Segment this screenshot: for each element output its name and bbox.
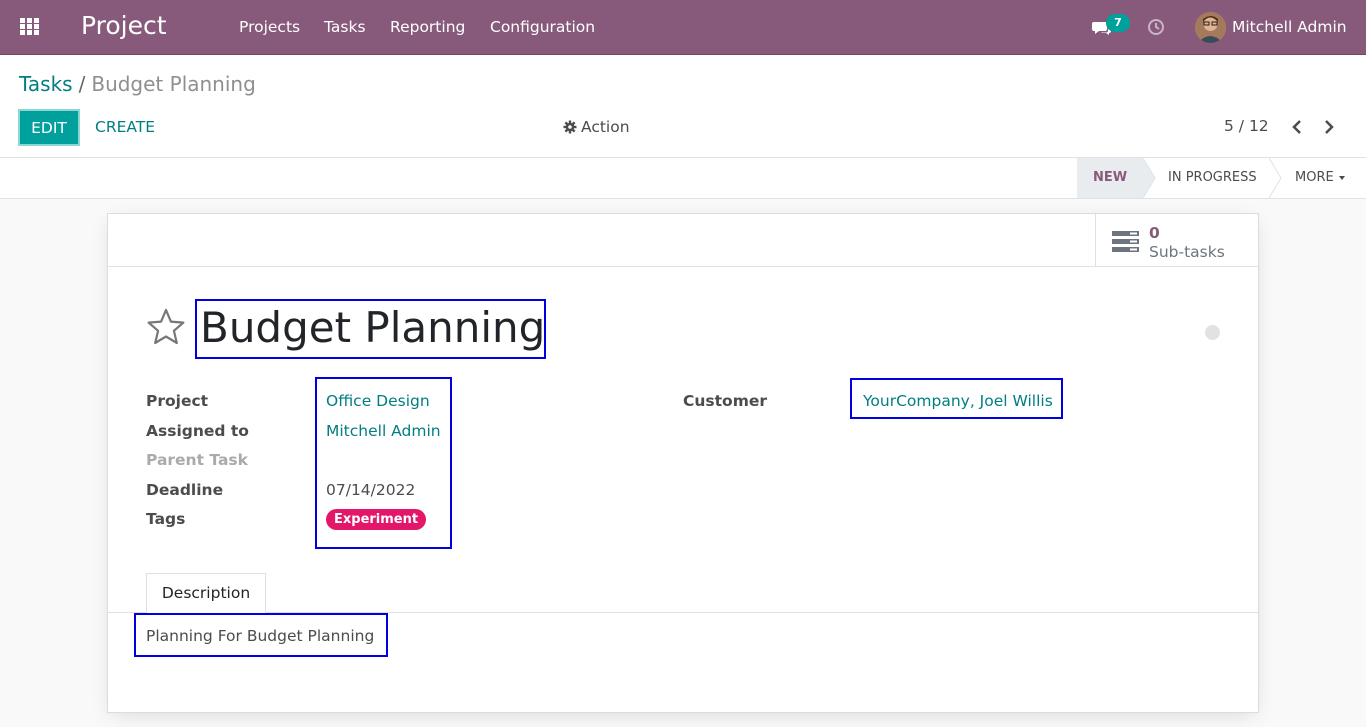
button-box: 0 Sub-tasks [108, 214, 1258, 267]
stage-arrow-divider [1143, 158, 1156, 198]
caret-down-icon [1338, 175, 1345, 180]
chevron-left-icon[interactable] [1289, 118, 1305, 136]
stage-new[interactable]: NEW [1077, 158, 1143, 198]
field-label-customer: Customer [683, 392, 768, 410]
field-customer-link[interactable]: YourCompany, Joel Willis [863, 392, 1053, 410]
app-name: Project [81, 11, 167, 40]
field-label-parent-task: Parent Task [146, 451, 248, 469]
breadcrumb: Tasks / Budget Planning [19, 72, 256, 96]
pager-value[interactable]: 5 / 12 [1224, 117, 1269, 135]
avatar[interactable] [1195, 12, 1226, 43]
subtasks-count: 0 [1149, 224, 1160, 242]
menu-tasks[interactable]: Tasks [324, 18, 366, 36]
highlight-box-fields [315, 377, 452, 549]
field-label-project: Project [146, 392, 209, 410]
statusbar: NEW IN PROGRESS MORE [0, 158, 1366, 199]
field-label-assigned: Assigned to [146, 422, 249, 440]
kanban-state-dot[interactable] [1205, 325, 1220, 340]
tab-description[interactable]: Description [146, 573, 266, 613]
edit-button[interactable]: EDIT [18, 109, 80, 146]
chat-badge: 7 [1106, 14, 1130, 32]
menu-projects[interactable]: Projects [239, 18, 300, 36]
stage-in-progress[interactable]: IN PROGRESS [1168, 158, 1257, 198]
stage-more-dropdown[interactable]: MORE [1295, 158, 1345, 198]
task-title: Budget Planning [200, 303, 546, 352]
field-label-tags: Tags [146, 510, 186, 528]
field-label-deadline: Deadline [146, 481, 224, 499]
chevron-right-icon[interactable] [1321, 118, 1337, 136]
stage-more-label: MORE [1295, 170, 1334, 185]
description-text[interactable]: Planning For Budget Planning [146, 627, 374, 645]
create-button[interactable]: CREATE [95, 118, 155, 136]
subtasks-list-icon [1112, 231, 1139, 252]
top-navbar: Project Projects Tasks Reporting Configu… [0, 0, 1366, 55]
star-icon[interactable] [146, 307, 186, 347]
gear-icon [563, 120, 577, 134]
apps-grid-icon[interactable] [20, 18, 40, 36]
breadcrumb-separator: / [78, 72, 86, 96]
stage-arrow-divider [1269, 158, 1282, 198]
form-sheet: 0 Sub-tasks Budget Planning Project Offi… [107, 213, 1259, 713]
action-menu[interactable]: Action [563, 118, 630, 136]
menu-configuration[interactable]: Configuration [490, 18, 595, 36]
menu-reporting[interactable]: Reporting [390, 18, 465, 36]
breadcrumb-tasks-link[interactable]: Tasks [19, 72, 73, 96]
subtasks-label: Sub-tasks [1149, 243, 1225, 261]
subtasks-button[interactable]: 0 Sub-tasks [1095, 214, 1258, 266]
action-label: Action [581, 118, 630, 136]
breadcrumb-current: Budget Planning [91, 72, 256, 96]
clock-icon[interactable] [1147, 18, 1165, 36]
user-name[interactable]: Mitchell Admin [1232, 18, 1347, 36]
control-panel: Tasks / Budget Planning EDIT CREATE Action… [0, 55, 1366, 158]
